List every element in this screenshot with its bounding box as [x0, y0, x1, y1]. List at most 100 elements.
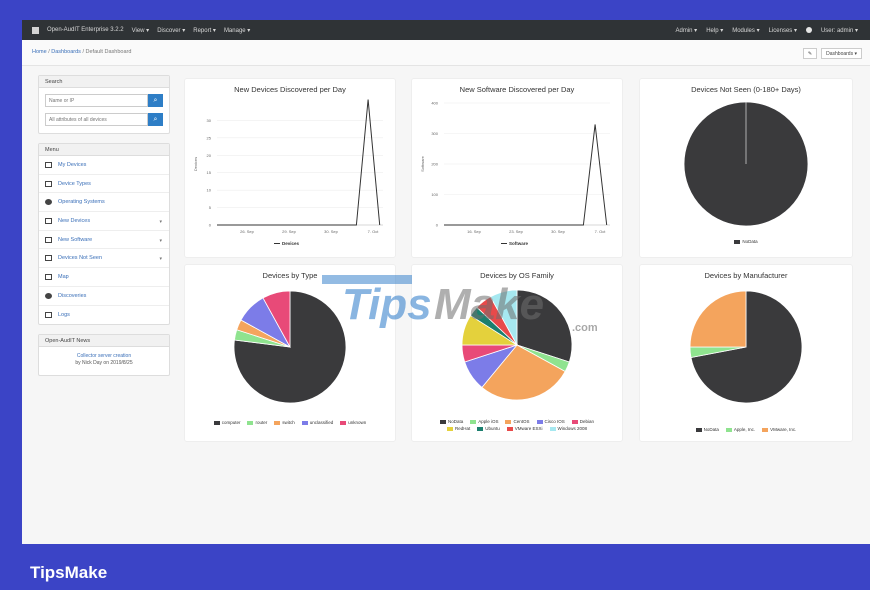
x-tick-label: 26. Sep	[240, 229, 255, 234]
menu-view[interactable]: View ▾	[132, 27, 150, 34]
search-icon: ⌕	[153, 115, 158, 123]
sidebar-item-new-software[interactable]: New Software ▾	[39, 231, 169, 250]
menu-manage[interactable]: Manage ▾	[224, 27, 250, 34]
chart-legend: NoData Apple, Inc. VMware, Inc.	[640, 427, 852, 432]
line-chart: 0 5 10 15 20 25 30 26. Sep 29. Sep 30. Sep 7. Oct D…	[193, 99, 383, 246]
legend-swatch	[725, 427, 732, 432]
ip-search-button[interactable]: ⌕	[148, 94, 163, 107]
chevron-down-icon: ▾	[159, 256, 162, 263]
menu-report[interactable]: Report ▾	[193, 27, 216, 34]
series-line	[444, 124, 608, 226]
news-panel-title: Open-AudIT News	[39, 335, 169, 348]
legend-item[interactable]: Windows 2008	[549, 426, 588, 431]
app-title[interactable]: Open-AudIT Enterprise 3.2.2	[47, 27, 124, 33]
breadcrumb-home[interactable]: Home	[32, 49, 47, 55]
legend-item[interactable]: VMware ESXi	[506, 426, 543, 431]
y-tick-label: 10	[207, 188, 212, 193]
sidebar-item-map[interactable]: Map	[39, 268, 169, 287]
y-tick-label: 0	[436, 223, 439, 228]
legend-swatch	[340, 420, 347, 425]
menu-licenses[interactable]: Licenses ▾	[769, 27, 797, 34]
legend-item[interactable]: Apple iOS	[470, 419, 498, 424]
breadcrumb-dashboards[interactable]: Dashboards	[51, 49, 81, 55]
menu-admin[interactable]: Admin ▾	[675, 27, 697, 34]
y-axis-label: Software	[420, 155, 425, 172]
menu-panel-title: Menu	[39, 144, 169, 156]
legend-item[interactable]: unknown	[340, 420, 366, 425]
legend-item[interactable]: unclassified	[301, 420, 334, 425]
legend-swatch	[274, 420, 281, 425]
legend-label: Cisco IOS	[544, 419, 565, 424]
pie-chart	[461, 289, 573, 401]
chart-legend: NoData	[640, 239, 852, 244]
dashboards-button[interactable]: Dashboards ▾	[821, 48, 862, 59]
sidebar-item-discoveries[interactable]: Discoveries	[39, 287, 169, 306]
legend-item[interactable]: VMware, Inc.	[762, 427, 796, 432]
legend-swatch	[247, 420, 254, 425]
legend-label: RedHat	[454, 426, 471, 431]
legend-item[interactable]: NoData	[695, 427, 719, 432]
y-tick-label: 100	[431, 192, 438, 197]
menu-discover[interactable]: Discover ▾	[157, 27, 185, 34]
legend-item[interactable]: Debian	[571, 419, 595, 424]
legend-item[interactable]: CentOS	[505, 419, 530, 424]
legend-label: VMware, Inc.	[770, 427, 797, 432]
menu-modules[interactable]: Modules ▾	[732, 27, 759, 34]
breadcrumb: Home / Dashboards / Default Dashboard	[32, 49, 132, 55]
news-panel: Open-AudIT News Collector server creatio…	[38, 334, 170, 377]
line-chart: 0 100 200 300 400 16. Sep 23. Sep 30. Sep 7. Oct…	[420, 101, 610, 246]
legend-label: Apple iOS	[478, 419, 499, 424]
list-icon	[45, 311, 52, 318]
sidebar: Search ⌕ ⌕ Menu My Devices Device Types …	[38, 75, 170, 385]
legend-item[interactable]: Cisco IOS	[536, 419, 565, 424]
legend-item[interactable]: Ubuntu	[477, 426, 500, 431]
legend-label: Debian	[579, 419, 595, 424]
legend-item[interactable]: NoData	[734, 239, 758, 244]
legend-item[interactable]: computer	[213, 420, 241, 425]
legend-swatch	[213, 420, 220, 425]
legend-label: NoData	[447, 419, 464, 424]
pie-chart	[689, 290, 803, 404]
laptop-icon	[45, 180, 52, 187]
legend-item[interactable]: Apple, Inc.	[725, 427, 755, 432]
ip-search-input[interactable]	[45, 94, 148, 107]
menu-help[interactable]: Help ▾	[706, 27, 723, 34]
legend-label: Software	[509, 241, 529, 246]
app-logo-icon	[32, 26, 39, 34]
chart-legend: computer router switch unclassified unknown	[185, 420, 395, 425]
sidebar-item-my-devices[interactable]: My Devices	[39, 156, 169, 175]
chart-card-devices-not-seen: Devices Not Seen (0-180+ Days) NoData	[639, 78, 853, 258]
legend-item[interactable]: NoData	[439, 419, 464, 424]
legend-label: computer	[221, 420, 241, 425]
chevron-down-icon: ▾	[159, 219, 162, 226]
y-tick-label: 15	[207, 170, 212, 175]
legend-swatch	[571, 419, 578, 424]
sidebar-item-devices-not-seen[interactable]: Devices Not Seen ▾	[39, 249, 169, 269]
y-tick-label: 25	[207, 135, 212, 140]
y-tick-label: 20	[207, 153, 212, 158]
user-icon	[805, 27, 812, 33]
edit-dashboard-button[interactable]: ✎	[802, 48, 818, 59]
news-link[interactable]: Collector server creation	[43, 353, 165, 360]
chart-card-new-devices: New Devices Discovered per Day 0 5 10 15 20 2…	[184, 78, 396, 258]
y-tick-label: 30	[207, 118, 212, 123]
menu-user[interactable]: User: admin ▾	[821, 27, 858, 34]
menu-panel: Menu My Devices Device Types Operating S…	[38, 143, 170, 326]
legend-label: unclassified	[309, 420, 334, 425]
legend-item[interactable]: RedHat	[446, 426, 471, 431]
pie-slice	[689, 290, 747, 348]
all-search-input[interactable]	[45, 113, 148, 126]
sidebar-item-device-types[interactable]: Device Types	[39, 175, 169, 194]
legend-label: NoData	[742, 239, 758, 244]
legend-label: unknown	[348, 420, 367, 425]
edit-icon: ✎	[807, 50, 813, 57]
all-search-button[interactable]: ⌕	[148, 113, 163, 126]
legend-swatch	[439, 419, 446, 424]
top-navbar: Open-AudIT Enterprise 3.2.2 View ▾ Disco…	[22, 20, 870, 40]
legend-item[interactable]: switch	[274, 420, 295, 425]
legend-label: Windows 2008	[557, 426, 588, 431]
sidebar-item-new-devices[interactable]: New Devices ▾	[39, 212, 169, 231]
sidebar-item-logs[interactable]: Logs	[39, 306, 169, 325]
legend-item[interactable]: router	[247, 420, 267, 425]
sidebar-item-operating-systems[interactable]: Operating Systems	[39, 193, 169, 213]
